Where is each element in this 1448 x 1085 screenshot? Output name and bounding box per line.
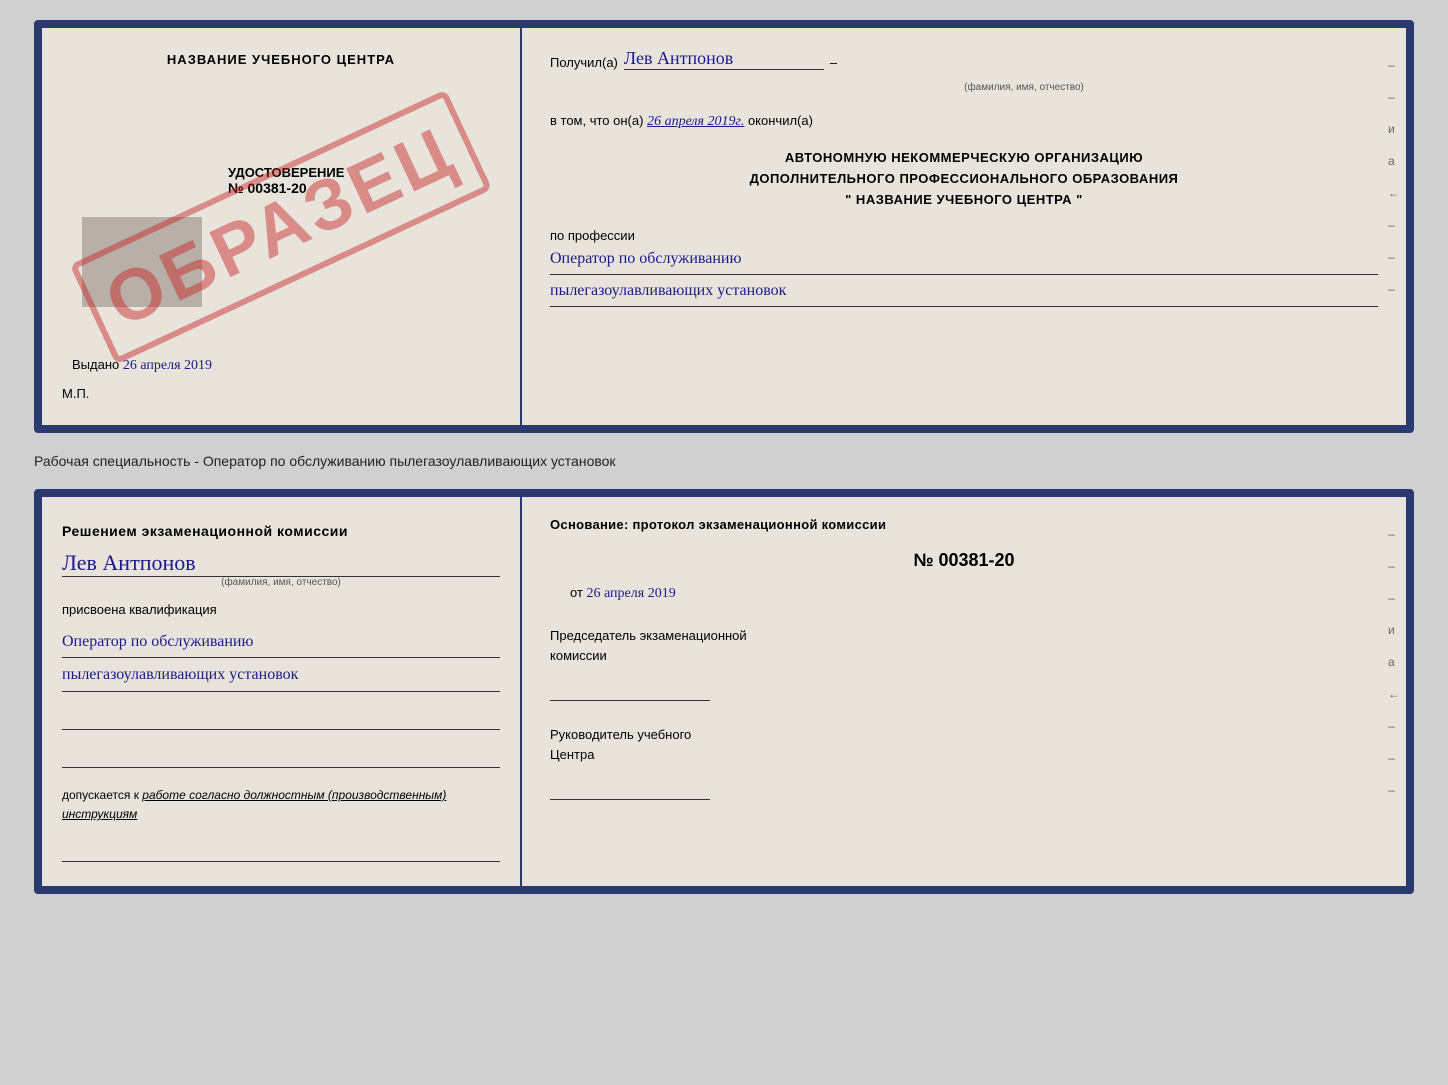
issued-line: Выдано 26 апреля 2019 (72, 357, 500, 374)
org-line1: АВТОНОМНУЮ НЕКОММЕРЧЕСКУЮ ОРГАНИЗАЦИЮ (785, 150, 1143, 165)
profession-block: по профессии Оператор по обслуживанию пы… (550, 228, 1378, 307)
received-line: Получил(а) Лев Антпонов – (550, 48, 1378, 70)
bottom-person-name-block: Лев Антпонов (фамилия, имя, отчество) (62, 550, 500, 588)
issued-label: Выдано (72, 357, 119, 372)
profession-line2: пылегазоулавливающих установок (550, 277, 1378, 307)
fact-label: в том, что он(а) (550, 113, 643, 128)
director-line1: Руководитель учебного (550, 727, 691, 742)
bottom-person-name: Лев Антпонов (62, 550, 196, 575)
middle-label: Рабочая специальность - Оператор по обсл… (34, 449, 1414, 473)
bottom-doc-right: Основание: протокол экзаменационной коми… (522, 497, 1406, 886)
allowed-text-block: допускается к работе согласно должностны… (62, 786, 500, 824)
cert-label: УДОСТОВЕРЕНИЕ (228, 165, 344, 180)
profession-label: по профессии (550, 228, 635, 243)
mp-label: М.П. (62, 386, 500, 401)
top-document: НАЗВАНИЕ УЧЕБНОГО ЦЕНТРА ОБРАЗЕЦ УДОСТОВ… (34, 20, 1414, 433)
issued-date: 26 апреля 2019 (123, 358, 212, 373)
bottom-document: Решением экзаменационной комиссии Лев Ан… (34, 489, 1414, 894)
date-value: 26 апреля 2019 (587, 586, 676, 601)
director-label: Руководитель учебного Центра (550, 725, 1378, 764)
fio-subtext-top: (фамилия, имя, отчество) (670, 82, 1378, 93)
top-doc-left: НАЗВАНИЕ УЧЕБНОГО ЦЕНТРА ОБРАЗЕЦ УДОСТОВ… (42, 28, 522, 425)
chairman-line2: комиссии (550, 648, 607, 663)
org-line2: ДОПОЛНИТЕЛЬНОГО ПРОФЕССИОНАЛЬНОГО ОБРАЗО… (750, 171, 1179, 186)
qual-line2: пылегазоулавливающих установок (62, 660, 500, 691)
chairman-label: Председатель экзаменационной комиссии (550, 626, 1378, 665)
school-name-top: НАЗВАНИЕ УЧЕБНОГО ЦЕНТРА (62, 52, 500, 67)
org-block: АВТОНОМНУЮ НЕКОММЕРЧЕСКУЮ ОРГАНИЗАЦИЮ ДО… (550, 148, 1378, 210)
fact-date: 26 апреля 2019г. (647, 114, 744, 129)
protocol-date: от 26 апреля 2019 (550, 585, 1378, 602)
bottom-right-side-marks: – – – и а ← – – – (1388, 527, 1400, 797)
received-label: Получил(а) (550, 55, 618, 70)
person-name-field: Лев Антпонов (624, 48, 824, 70)
dash1: – (830, 55, 837, 70)
cert-number: № 00381-20 (228, 180, 344, 196)
assigned-qual-label: присвоена квалификация (62, 602, 500, 617)
allowed-prefix: допускается к (62, 788, 139, 802)
director-line2: Центра (550, 747, 594, 762)
cert-area: УДОСТОВЕРЕНИЕ № 00381-20 (62, 157, 500, 317)
qual-line1: Оператор по обслуживанию (62, 627, 500, 658)
cert-photo-box (82, 217, 202, 307)
director-sign-line (550, 780, 710, 800)
top-doc-right: Получил(а) Лев Антпонов – (фамилия, имя,… (522, 28, 1406, 425)
bottom-fio-subtext: (фамилия, имя, отчество) (62, 577, 500, 588)
finished-label: окончил(а) (748, 113, 813, 128)
fact-line: в том, что он(а) 26 апреля 2019г. окончи… (550, 113, 1378, 130)
bottom-doc-left: Решением экзаменационной комиссии Лев Ан… (42, 497, 522, 886)
qual-block: Оператор по обслуживанию пылегазоулавлив… (62, 625, 500, 692)
basis-title: Основание: протокол экзаменационной коми… (550, 517, 1378, 532)
protocol-number: № 00381-20 (550, 550, 1378, 571)
org-line3: " НАЗВАНИЕ УЧЕБНОГО ЦЕНТРА " (845, 192, 1083, 207)
commission-title: Решением экзаменационной комиссии (62, 521, 500, 542)
chairman-line1: Председатель экзаменационной (550, 628, 747, 643)
profession-line1: Оператор по обслуживанию (550, 245, 1378, 275)
date-prefix: от (570, 585, 583, 600)
chairman-sign-line (550, 681, 710, 701)
blank-line-2 (62, 744, 500, 768)
blank-line-1 (62, 706, 500, 730)
top-right-side-marks: – – и а ← – – – (1388, 58, 1400, 296)
person-name: Лев Антпонов (624, 48, 733, 68)
blank-line-bottom (62, 838, 500, 862)
